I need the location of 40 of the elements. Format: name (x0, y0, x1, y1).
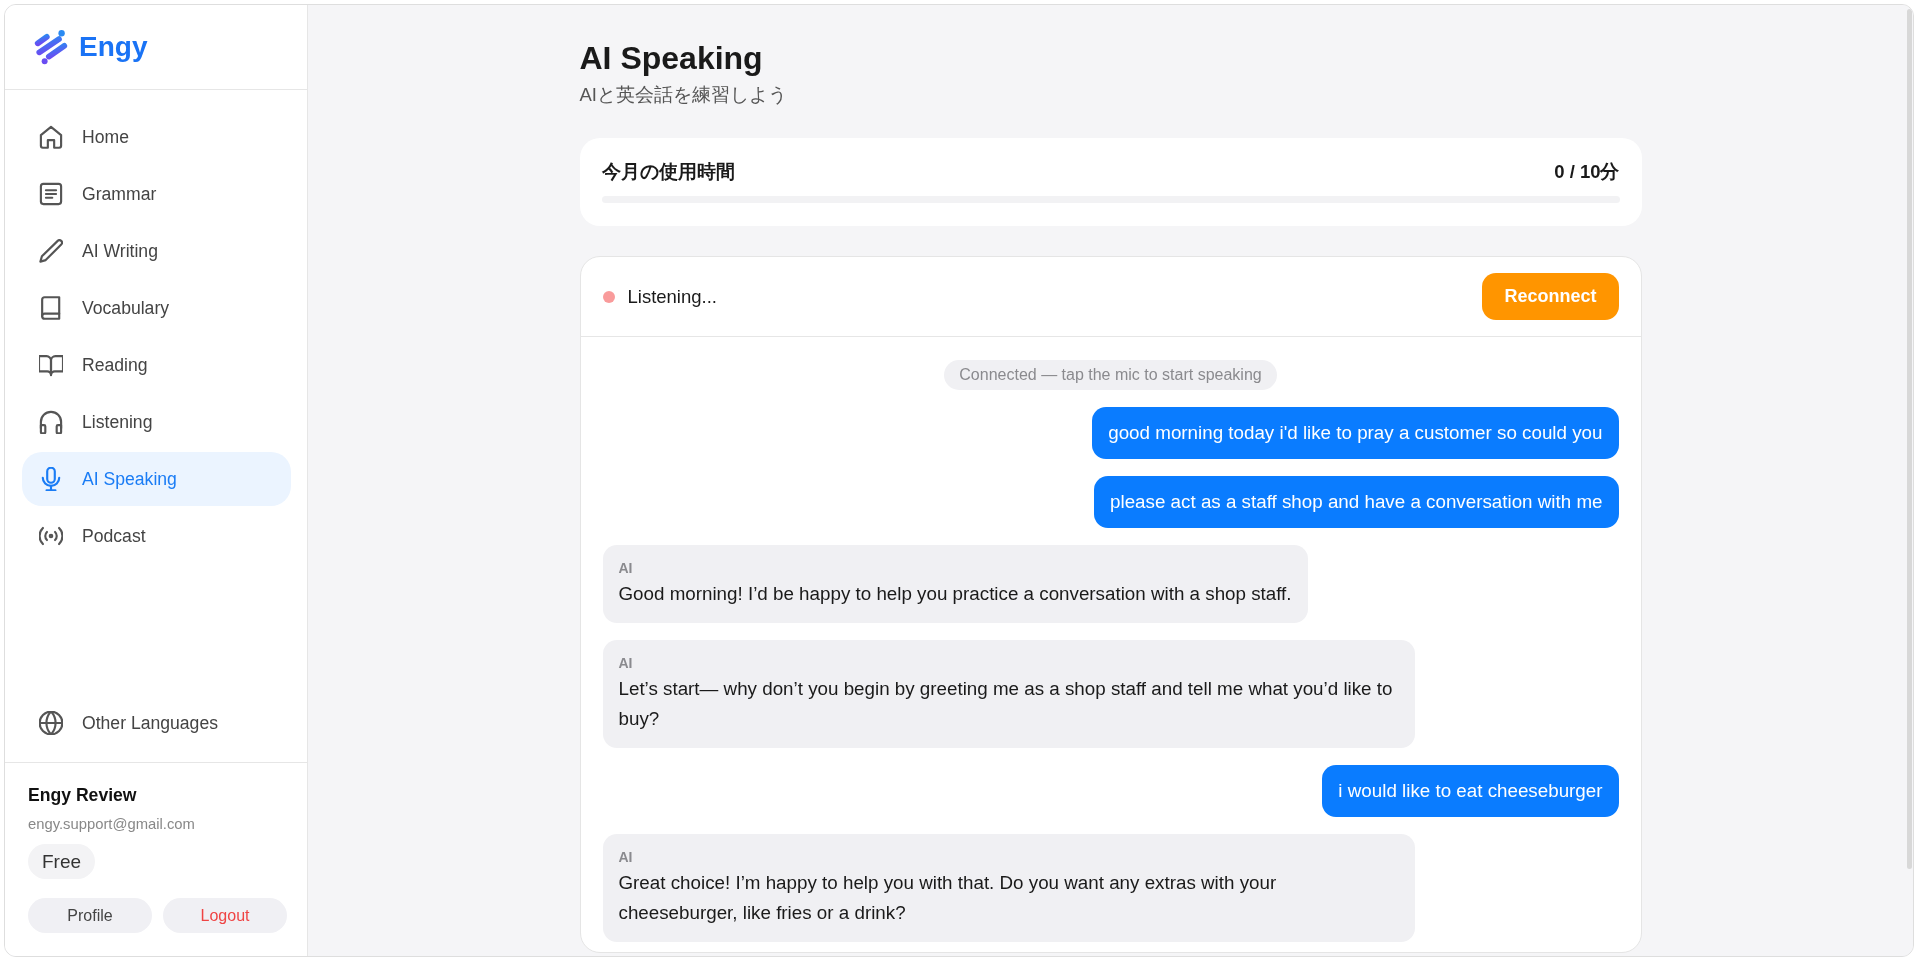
logo-icon (34, 29, 68, 65)
status-text: Listening... (627, 285, 717, 308)
headphones-icon (39, 410, 63, 434)
document-icon (39, 182, 63, 206)
profile-button[interactable]: Profile (28, 898, 152, 933)
logo-text: Engy (79, 30, 148, 64)
nav-item[interactable]: AI Writing (22, 224, 291, 278)
nav-item[interactable]: Vocabulary (22, 281, 291, 335)
sender-label: AI (618, 654, 634, 672)
plan-badge: Free (28, 844, 96, 879)
microphone-icon (39, 467, 63, 491)
page-subtitle: AIと英会話を練習しよう (579, 83, 788, 107)
user-email: engy.support@gmail.com (28, 815, 196, 834)
user-name: Engy Review (28, 784, 138, 806)
book-icon (39, 296, 63, 320)
nav-item[interactable]: Podcast (22, 509, 291, 563)
nav-item[interactable]: Reading (22, 338, 291, 392)
message-text: Good morning! I’d be happy to help you practice a conversation with a shop staff. (618, 582, 1292, 606)
page-title: AI Speaking (579, 40, 764, 76)
nav-item[interactable]: Home (22, 110, 291, 164)
nav-item[interactable]: Listening (22, 395, 291, 449)
user-message: good morning today i'd like to pray a customer so could you (1092, 407, 1619, 459)
user-message: please act as a staff shop and have a conversation with me (1094, 476, 1619, 528)
pencil-icon (39, 239, 63, 263)
sender-label: AI (618, 848, 634, 866)
nav-item[interactable]: AI Speaking (22, 452, 291, 506)
broadcast-icon (39, 524, 63, 548)
sender-label: AI (618, 559, 634, 577)
message-text: Great choice! I’m happy to help you with that. Do you want any extras with your cheeseburger, like fries or a drink? (618, 871, 1278, 925)
nav-item[interactable]: Other Languages (22, 696, 291, 750)
globe-icon (39, 711, 63, 735)
scrollbar-thumb[interactable] (1907, 9, 1912, 869)
nav-item[interactable]: Grammar (22, 167, 291, 221)
usage-reading: 0 / 10分 (1554, 160, 1620, 184)
usage-label: 今月の使用時間 (601, 160, 735, 184)
message-text: Let’s start— why don’t you begin by greeting me as a shop staff and tell me what you’d like to buy? (618, 677, 1394, 731)
system-message: Connected — tap the mic to start speaking (944, 360, 1277, 390)
home-icon (39, 125, 63, 149)
user-message: i would like to eat cheeseburger (1322, 765, 1619, 817)
open-book-icon (39, 353, 63, 377)
